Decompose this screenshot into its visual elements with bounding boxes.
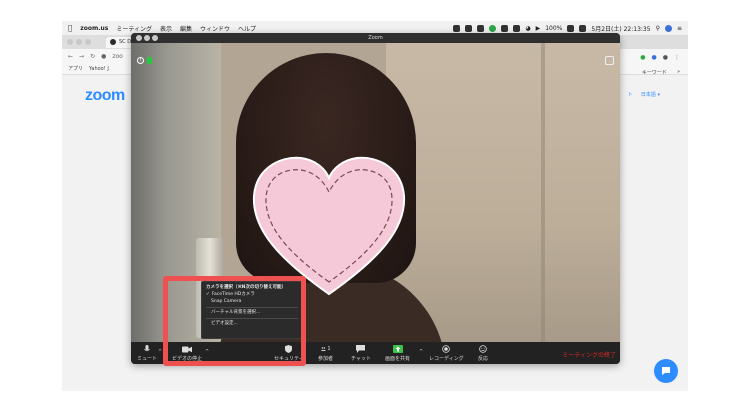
zoom-close-icon[interactable] — [136, 35, 142, 41]
record-label: レコーディング — [429, 356, 464, 362]
back-icon[interactable]: ← — [68, 53, 73, 60]
bookmark-yahoo[interactable]: Yahoo! J — [89, 66, 109, 72]
zoom-fullscreen-dot-icon[interactable] — [152, 35, 158, 41]
menu-edit[interactable]: 編集 — [180, 24, 192, 33]
tray-gear-icon[interactable] — [477, 24, 485, 32]
tab-favicon-icon — [110, 39, 116, 45]
video-status-badges: i — [137, 57, 152, 64]
menu-window[interactable]: ウィンドウ — [200, 24, 230, 33]
spotlight-icon[interactable]: ⚲ — [656, 25, 660, 32]
language-select[interactable]: 日本語 ▾ — [641, 91, 660, 98]
volume-icon[interactable]: ▶ — [536, 25, 541, 32]
zoom-minimize-icon[interactable] — [144, 35, 150, 41]
site-nav: ト 日本語 ▾ — [628, 91, 660, 98]
browser-close-icon[interactable] — [67, 39, 73, 45]
desktop:  zoom.us ミーティング 表示 編集 ウィンドウ ヘルプ ◕ ▶ 100… — [0, 0, 750, 400]
address-bar[interactable]: zoo — [112, 53, 123, 60]
extension-icon[interactable]: ● — [640, 54, 645, 61]
record-button[interactable]: レコーディング — [429, 345, 464, 362]
participants-label: 参加者 — [318, 356, 334, 362]
audio-options-caret-icon[interactable]: ^ — [158, 349, 162, 355]
input-source-icon[interactable] — [579, 24, 587, 32]
support-chat-button[interactable] — [654, 359, 678, 383]
mute-button[interactable]: ミュート — [137, 345, 157, 362]
chat-icon — [356, 345, 366, 353]
share-screen-button[interactable]: 画面を共有 — [385, 345, 410, 362]
tray-settings-icon[interactable] — [465, 24, 473, 32]
annotation-highlight-box — [163, 276, 306, 366]
wifi-icon[interactable]: ◕ — [525, 25, 530, 32]
tray-status-icon[interactable] — [501, 24, 509, 32]
tray-app-icon[interactable] — [453, 24, 461, 32]
bluetooth-icon[interactable] — [513, 24, 521, 32]
siri-icon[interactable] — [664, 24, 672, 32]
more-icon[interactable]: ⋮ — [674, 54, 680, 61]
menu-app-name[interactable]: zoom.us — [80, 25, 108, 32]
extension-icon[interactable]: ● — [652, 54, 657, 61]
zoom-window-title: Zoom — [368, 35, 383, 41]
enter-fullscreen-icon[interactable] — [605, 56, 614, 65]
browser-extension-icons: ● ● ● ⋮ — [640, 54, 680, 61]
participants-count: 1 — [327, 346, 331, 352]
browser-zoom-icon[interactable] — [85, 39, 91, 45]
participants-button[interactable]: 1 参加者 — [318, 345, 333, 362]
chat-bubble-icon — [662, 367, 670, 375]
lock-icon: ● — [101, 52, 107, 60]
menu-view[interactable]: 表示 — [160, 24, 172, 33]
menubar-tray: ◕ ▶ 100% 5月2日(土) 22:13:35 ⚲ ≡ — [453, 24, 688, 33]
apple-icon[interactable]:  — [68, 24, 72, 32]
end-meeting-button[interactable]: ミーティングの終了 — [562, 350, 616, 359]
chat-button[interactable]: チャット — [351, 345, 371, 362]
browser-minimize-icon[interactable] — [76, 39, 82, 45]
tray-line-icon[interactable] — [489, 24, 497, 32]
site-nav-link[interactable]: ト — [628, 91, 633, 98]
menu-help[interactable]: ヘルプ — [238, 24, 256, 33]
control-center-icon[interactable]: ≡ — [677, 25, 682, 32]
share-options-caret-icon[interactable]: ^ — [419, 349, 423, 355]
microphone-icon — [142, 345, 152, 353]
zoom-titlebar: Zoom — [131, 33, 620, 43]
emoji-icon — [478, 345, 488, 353]
zoom-logo[interactable]: zoom — [85, 87, 125, 105]
record-icon — [441, 345, 451, 353]
chat-label: チャット — [351, 356, 371, 362]
reactions-label: 反応 — [478, 356, 489, 362]
profile-icon[interactable]: ● — [663, 54, 668, 61]
share-screen-label: 画面を共有 — [385, 356, 411, 362]
share-screen-icon — [392, 345, 403, 353]
forward-icon[interactable]: → — [79, 53, 84, 60]
battery-percent[interactable]: 100% — [545, 25, 562, 32]
door-edge — [541, 43, 545, 344]
participants-icon: 1 — [320, 345, 331, 353]
mute-label: ミュート — [137, 356, 158, 362]
bookmark-apps[interactable]: アプリ — [68, 65, 83, 72]
info-icon[interactable]: i — [137, 57, 144, 64]
reactions-button[interactable]: 反応 — [478, 345, 488, 362]
background-door — [386, 43, 620, 344]
menu-meeting[interactable]: ミーティング — [116, 24, 152, 33]
battery-icon — [567, 24, 575, 32]
encryption-lock-icon[interactable] — [147, 57, 152, 64]
menubar-clock[interactable]: 5月2日(土) 22:13:35 — [591, 24, 650, 33]
reload-icon[interactable]: ↻ — [90, 53, 95, 60]
